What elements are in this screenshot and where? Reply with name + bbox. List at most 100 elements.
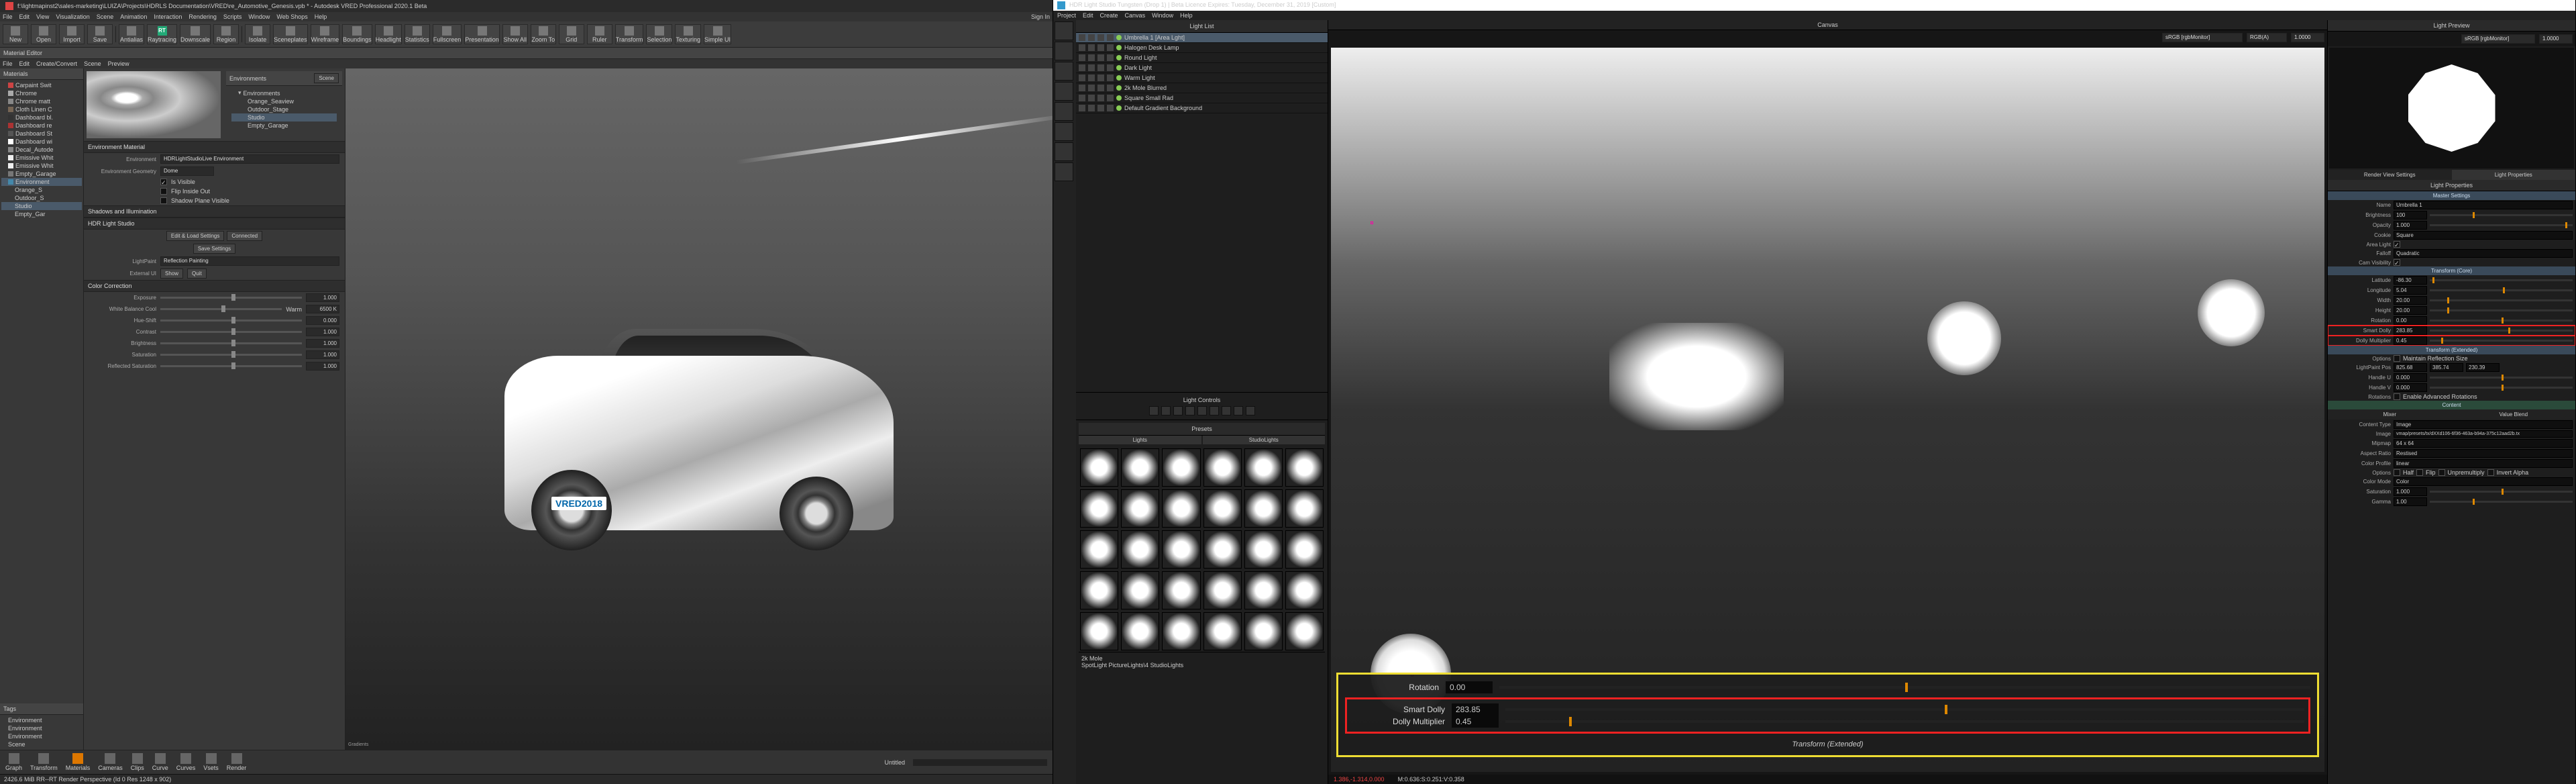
hm-help[interactable]: Help xyxy=(1180,12,1193,19)
tb-showall[interactable]: Show All xyxy=(502,24,528,44)
canvas-exposure[interactable]: 1.0000 xyxy=(2291,33,2324,42)
tb-texturing[interactable]: Texturing xyxy=(675,24,701,44)
preset-item[interactable] xyxy=(1285,530,1324,569)
tb-grid[interactable]: Grid xyxy=(559,24,584,44)
mat-item[interactable]: Chrome xyxy=(1,89,82,97)
tb-simpleui[interactable]: Simple UI xyxy=(704,24,731,44)
env-item-studio[interactable]: Studio xyxy=(231,113,337,121)
tag-item[interactable]: Scene xyxy=(1,740,82,748)
signin-link[interactable]: Sign In xyxy=(1031,13,1050,20)
lppos-x[interactable]: 825.68 xyxy=(2394,363,2427,372)
mat-item[interactable]: Outdoor_S xyxy=(1,194,82,202)
menu-rendering[interactable]: Rendering xyxy=(189,13,217,20)
preset-item[interactable] xyxy=(1244,489,1283,528)
flip-check[interactable] xyxy=(2416,469,2423,476)
gb-graph[interactable]: Graph xyxy=(5,753,22,771)
preset-item[interactable] xyxy=(1203,571,1242,609)
menu-scripts[interactable]: Scripts xyxy=(223,13,242,20)
lc-btn[interactable] xyxy=(1234,406,1243,415)
latitude-slider[interactable] xyxy=(2430,279,2573,281)
tag-item[interactable]: Environment xyxy=(1,724,82,732)
preset-item[interactable] xyxy=(1285,489,1324,528)
gamma-slider[interactable] xyxy=(2430,501,2573,503)
env-item[interactable]: Empty_Garage xyxy=(231,121,337,130)
longitude-slider[interactable] xyxy=(2430,289,2573,291)
light-row[interactable]: Round Light xyxy=(1076,53,1328,63)
light-row[interactable]: Dark Light xyxy=(1076,63,1328,73)
gb-materials[interactable]: Materials xyxy=(66,753,91,771)
tag-item[interactable]: Environment xyxy=(1,716,82,724)
lc-btn[interactable] xyxy=(1185,406,1195,415)
sat-value[interactable]: 1.000 xyxy=(306,350,339,359)
gb-render[interactable]: Render xyxy=(227,753,247,771)
callout-rotation-slider[interactable] xyxy=(1499,686,2310,689)
mat-item[interactable]: Cloth Linen C xyxy=(1,105,82,113)
adv-rotations-check[interactable] xyxy=(2394,393,2400,400)
tool-target[interactable] xyxy=(1055,142,1073,161)
tool-pick[interactable] xyxy=(1055,82,1073,101)
preset-item[interactable] xyxy=(1162,530,1200,569)
lppos-y[interactable]: 385.74 xyxy=(2430,363,2463,372)
env-tree[interactable]: ▾ Environments Orange_Seaview Outdoor_St… xyxy=(226,86,342,132)
preset-item[interactable] xyxy=(1121,448,1159,487)
callout-dollymult-value[interactable]: 0.45 xyxy=(1452,716,1499,728)
light-row[interactable]: Default Gradient Background xyxy=(1076,103,1328,113)
inva-check[interactable] xyxy=(2487,469,2494,476)
tb-statistics[interactable]: Statistics xyxy=(405,24,430,44)
wb-slider[interactable] xyxy=(160,308,282,310)
shadow-check[interactable] xyxy=(160,197,167,204)
handlev-input[interactable]: 0.000 xyxy=(2394,383,2427,392)
preset-item[interactable] xyxy=(1080,612,1118,650)
callout-rotation-value[interactable]: 0.00 xyxy=(1446,681,1493,693)
brightness-input[interactable]: 100 xyxy=(2394,211,2427,219)
rotation-slider[interactable] xyxy=(2430,320,2573,322)
tb-import[interactable]: Import xyxy=(59,24,85,44)
light-row[interactable]: Square Small Rad xyxy=(1076,93,1328,103)
saturation-slider[interactable] xyxy=(2430,491,2573,493)
light-row[interactable]: Warm Light xyxy=(1076,73,1328,83)
hdr-canvas[interactable] xyxy=(1331,48,2324,772)
lc-btn[interactable] xyxy=(1161,406,1171,415)
menu-animation[interactable]: Animation xyxy=(120,13,147,20)
contrast-slider[interactable] xyxy=(160,331,302,333)
callout-smartdolly-slider[interactable] xyxy=(1505,708,2304,711)
canvas-colorspace[interactable]: sRGB [rgbMonitor] xyxy=(2162,33,2243,42)
hm-edit[interactable]: Edit xyxy=(1083,12,1093,19)
save-settings-button[interactable]: Save Settings xyxy=(193,244,235,254)
light-preview[interactable] xyxy=(2329,48,2574,168)
tb-wireframe[interactable]: Wireframe xyxy=(311,24,340,44)
menu-scene[interactable]: Scene xyxy=(97,13,114,20)
preset-item[interactable] xyxy=(1080,489,1118,528)
brightness-value[interactable]: 1.000 xyxy=(306,339,339,348)
tag-item[interactable]: Environment xyxy=(1,732,82,740)
height-input[interactable]: 20.00 xyxy=(2394,306,2427,315)
mat-item[interactable]: Carpaint Swit xyxy=(1,81,82,89)
camvis-check[interactable]: ✓ xyxy=(2394,259,2400,266)
preset-item[interactable] xyxy=(1080,571,1118,609)
rotation-input[interactable]: 0.00 xyxy=(2394,316,2427,325)
tb-sceneplates[interactable]: Sceneplates xyxy=(273,24,308,44)
env-dropdown[interactable]: HDRLightStudioLive Environment xyxy=(160,154,339,164)
menu-file[interactable]: File xyxy=(3,13,13,20)
light-enabled-icon[interactable] xyxy=(1116,55,1122,60)
menu-view[interactable]: View xyxy=(36,13,49,20)
env-item[interactable]: ▾ Environments xyxy=(231,89,337,97)
preset-tab-lights[interactable]: Lights xyxy=(1079,436,1201,444)
tb-antialias[interactable]: Antialias xyxy=(119,24,144,44)
name-input[interactable]: Umbrella 1 xyxy=(2394,201,2573,209)
preset-item[interactable] xyxy=(1162,612,1200,650)
mat-item[interactable]: Emissive Whit xyxy=(1,162,82,170)
tb-headlight[interactable]: Headlight xyxy=(375,24,402,44)
mat-item[interactable]: Empty_Gar xyxy=(1,210,82,218)
maintain-reflection-check[interactable] xyxy=(2394,355,2400,362)
canvas-light[interactable] xyxy=(2198,279,2265,346)
brightness-slider[interactable] xyxy=(160,342,302,344)
lc-btn[interactable] xyxy=(1149,406,1159,415)
callout-smartdolly-value[interactable]: 283.85 xyxy=(1452,703,1499,716)
lc-btn[interactable] xyxy=(1222,406,1231,415)
lc-btn[interactable] xyxy=(1197,406,1207,415)
light-enabled-icon[interactable] xyxy=(1116,65,1122,70)
tb-region[interactable]: Region xyxy=(213,24,239,44)
arealight-check[interactable]: ✓ xyxy=(2394,241,2400,248)
preset-item[interactable] xyxy=(1244,530,1283,569)
